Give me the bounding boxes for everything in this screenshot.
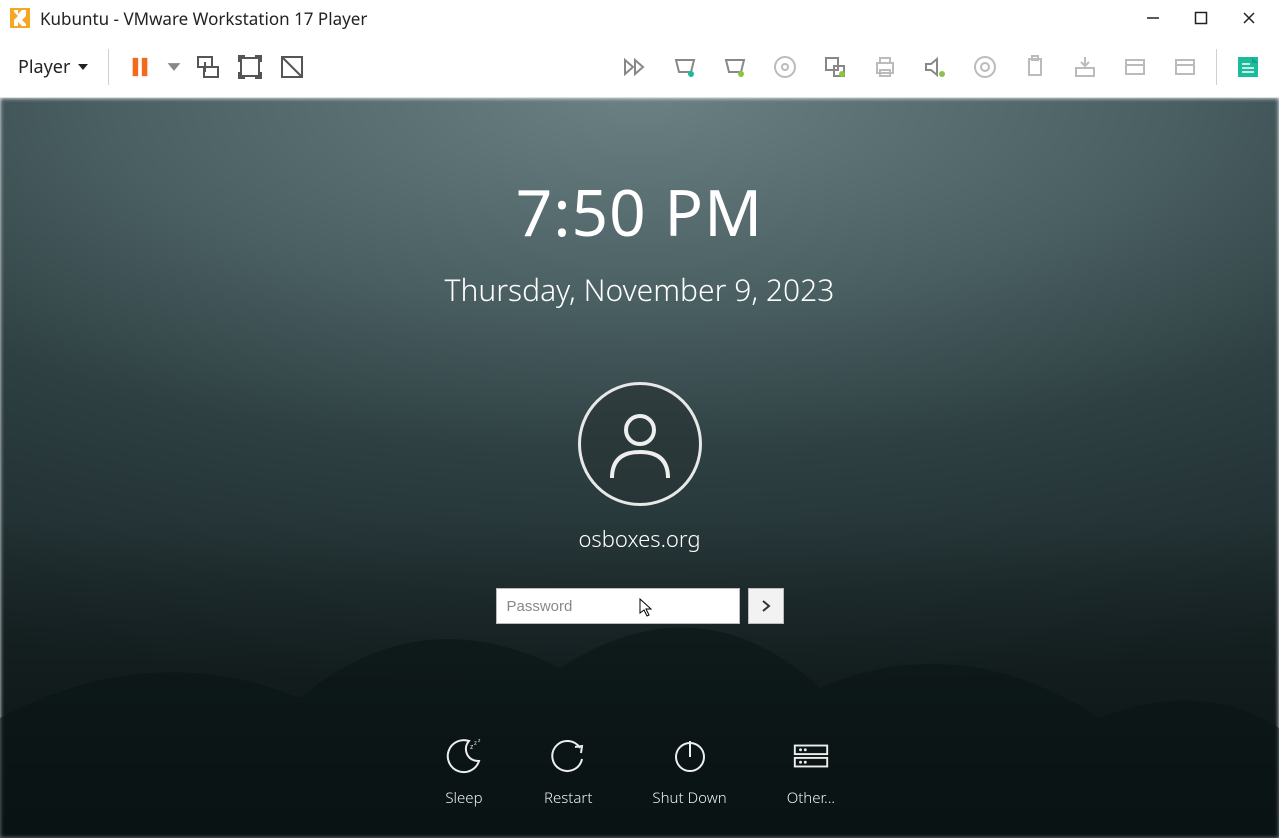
chevron-down-icon (165, 54, 183, 80)
sleep-icon: zzz (444, 736, 484, 776)
player-menu[interactable]: Player (10, 51, 98, 83)
box1-icon[interactable] (1118, 50, 1152, 84)
close-button[interactable] (1239, 8, 1259, 28)
vmware-app-icon (8, 6, 32, 30)
send-ctrl-alt-del-button[interactable] (191, 50, 225, 84)
fast-forward-icon[interactable] (618, 50, 652, 84)
guest-screen[interactable]: 7:50 PM Thursday, November 9, 2023 osbox… (0, 98, 1279, 838)
restart-button[interactable]: Restart (544, 736, 592, 808)
sound-icon[interactable] (918, 50, 952, 84)
sleep-button[interactable]: zzz Sleep (444, 736, 484, 808)
user-block: osboxes.org (496, 382, 784, 624)
toolbar-separator (108, 49, 109, 85)
network-adapter-icon[interactable] (818, 50, 852, 84)
sleep-label: Sleep (445, 788, 482, 808)
clock-time: 7:50 PM (516, 168, 763, 255)
other-button[interactable]: Other... (787, 736, 835, 808)
svg-text:z: z (474, 739, 477, 747)
other-label: Other... (787, 788, 835, 808)
shutdown-button[interactable]: Shut Down (652, 736, 726, 808)
toolbar-separator (1216, 49, 1217, 85)
harddisk1-icon[interactable] (668, 50, 702, 84)
notes-button[interactable] (1231, 50, 1265, 84)
restart-label: Restart (544, 788, 592, 808)
window-title: Kubuntu - VMware Workstation 17 Player (40, 7, 1143, 30)
pause-button[interactable] (123, 50, 157, 84)
power-dropdown[interactable] (165, 50, 183, 84)
mouse-cursor (639, 598, 655, 618)
lock-content: 7:50 PM Thursday, November 9, 2023 osbox… (0, 98, 1279, 838)
user-avatar[interactable] (578, 382, 702, 506)
camera-icon[interactable] (968, 50, 1002, 84)
maximize-button[interactable] (1191, 8, 1211, 28)
usb-icon[interactable] (1018, 50, 1052, 84)
window-titlebar: Kubuntu - VMware Workstation 17 Player (0, 0, 1279, 36)
printer-icon[interactable] (868, 50, 902, 84)
cd-dvd-icon[interactable] (768, 50, 802, 84)
fullscreen-button[interactable] (233, 50, 267, 84)
window-controls (1143, 8, 1271, 28)
person-icon (600, 404, 680, 484)
restart-icon (548, 736, 588, 776)
harddisk2-icon[interactable] (718, 50, 752, 84)
svg-text:z: z (478, 738, 481, 744)
shutdown-label: Shut Down (652, 788, 726, 808)
power-icon (670, 736, 710, 776)
session-actions: zzz Sleep Restart Shut Down Ot (0, 736, 1279, 808)
player-menu-label: Player (18, 55, 70, 79)
username-label: osboxes.org (578, 524, 700, 554)
chevron-right-icon (759, 599, 773, 613)
install-tools-icon[interactable] (1068, 50, 1102, 84)
password-input[interactable] (496, 588, 740, 624)
vmware-toolbar: Player (0, 36, 1279, 98)
other-icon (791, 736, 831, 776)
minimize-button[interactable] (1143, 8, 1163, 28)
login-button[interactable] (748, 588, 784, 624)
clock-date: Thursday, November 9, 2023 (445, 269, 835, 310)
device-icons (614, 50, 1206, 84)
box2-icon[interactable] (1168, 50, 1202, 84)
unity-button[interactable] (275, 50, 309, 84)
chevron-down-icon (76, 60, 90, 74)
